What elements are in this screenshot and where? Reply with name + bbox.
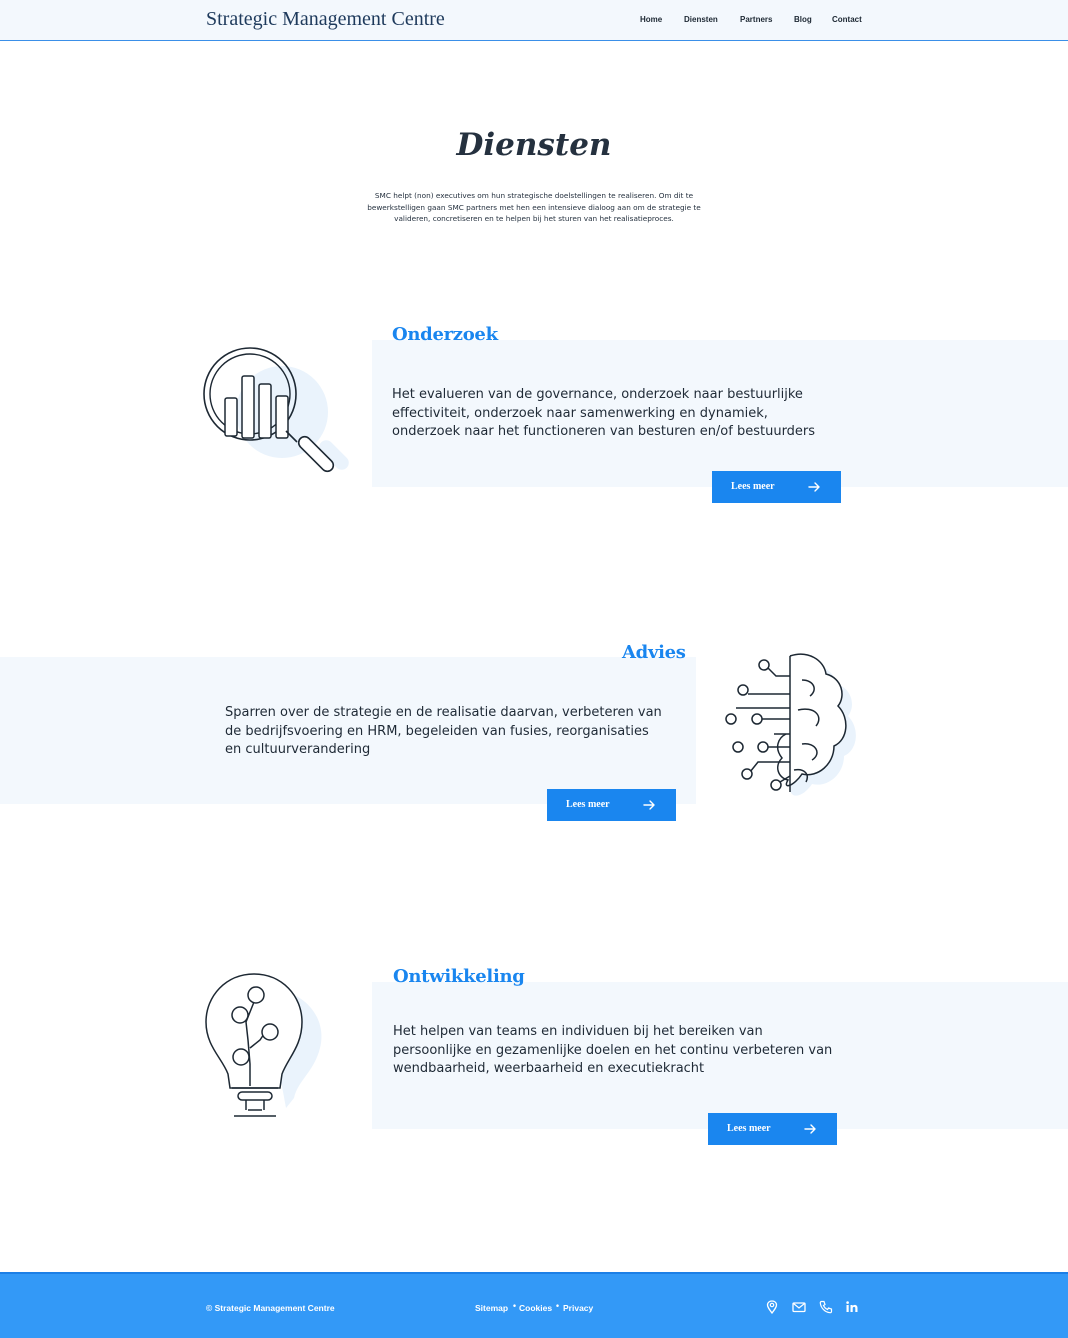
linkedin-icon[interactable]	[845, 1300, 859, 1314]
service-title-advies: Advies	[622, 642, 686, 663]
footer-link-privacy[interactable]: Privacy	[563, 1303, 593, 1313]
arrow-right-icon	[804, 1124, 816, 1134]
intro-text: SMC helpt (non) executives om hun strate…	[367, 191, 701, 223]
mail-icon[interactable]	[792, 1300, 806, 1314]
footer-separator: •	[512, 1302, 518, 1312]
nav-home[interactable]: Home	[640, 15, 662, 24]
nav-partners[interactable]: Partners	[740, 15, 772, 24]
nav-blog[interactable]: Blog	[794, 15, 812, 24]
site-header: Strategic Management Centre Home Dienste…	[0, 0, 1068, 41]
service-text-advies: Sparren over de strategie en de realisat…	[225, 705, 662, 757]
button-label: Lees meer	[731, 481, 775, 492]
footer-separator: •	[555, 1302, 561, 1312]
brand-logo-text[interactable]: Strategic Management Centre	[206, 8, 445, 31]
lees-meer-button-onderzoek[interactable]: Lees meer	[712, 471, 841, 503]
brain-circuit-icon	[725, 653, 856, 796]
arrow-right-icon	[808, 482, 820, 492]
footer-link-sitemap[interactable]: Sitemap	[475, 1303, 508, 1313]
button-label: Lees meer	[727, 1123, 771, 1134]
copyright-text: © Strategic Management Centre	[206, 1303, 335, 1313]
site-footer: © Strategic Management Centre Sitemap • …	[0, 1272, 1068, 1338]
nav-diensten[interactable]: Diensten	[684, 15, 718, 24]
button-label: Lees meer	[566, 799, 610, 810]
arrow-right-icon	[643, 800, 655, 810]
page-title: Diensten	[456, 127, 612, 163]
nav-contact[interactable]: Contact	[832, 15, 862, 24]
service-title-onderzoek: Onderzoek	[392, 324, 498, 345]
lightbulb-tree-icon	[205, 973, 322, 1117]
magnifier-chart-icon	[203, 347, 349, 473]
lees-meer-button-advies[interactable]: Lees meer	[547, 789, 676, 821]
location-icon[interactable]	[765, 1300, 779, 1314]
phone-icon[interactable]	[819, 1300, 833, 1314]
footer-link-cookies[interactable]: Cookies	[519, 1303, 552, 1313]
service-text-onderzoek: Het evalueren van de governance, onderzo…	[392, 387, 816, 439]
service-text-ontwikkeling: Het helpen van teams en individuen bij h…	[393, 1024, 833, 1076]
service-title-ontwikkeling: Ontwikkeling	[393, 966, 525, 987]
lees-meer-button-ontwikkeling[interactable]: Lees meer	[708, 1113, 837, 1145]
